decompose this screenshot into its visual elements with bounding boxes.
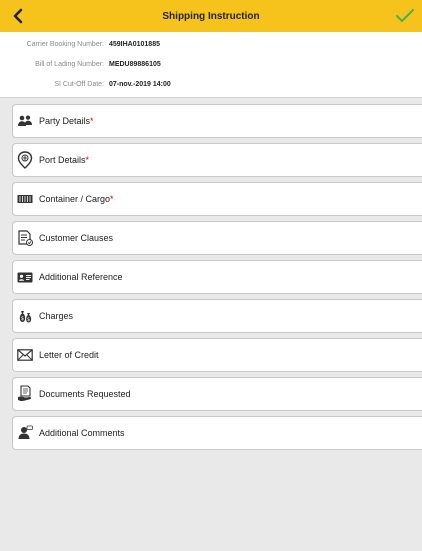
carrier-booking-value: 459IHA0101885	[109, 41, 160, 48]
si-cutoff-row: SI Cut-Off Date: 07-nov.-2019 14:00	[0, 78, 422, 92]
menu-item-label: Party Details	[39, 116, 91, 126]
menu-item-additional-comments[interactable]: Additional Comments	[12, 416, 422, 450]
bill-of-lading-row: Bill of Lading Number: MEDU89886105	[0, 58, 422, 72]
menu-item-label: Additional Reference	[39, 272, 123, 282]
location-pin-icon	[17, 151, 33, 169]
carrier-booking-label: Carrier Booking Number:	[26, 41, 104, 48]
page-title: Shipping Instruction	[162, 10, 260, 22]
menu-item-container-cargo[interactable]: Container / Cargo *	[12, 182, 422, 216]
svg-text:$: $	[27, 317, 30, 323]
bill-of-lading-label: Bill of Lading Number:	[35, 61, 104, 68]
menu-item-letter-of-credit[interactable]: Letter of Credit	[12, 338, 422, 372]
person-comment-icon	[17, 425, 33, 441]
back-button[interactable]	[8, 5, 28, 27]
chevron-left-icon	[13, 8, 23, 24]
menu-item-label: Customer Clauses	[39, 233, 114, 243]
top-app-bar: Shipping Instruction	[0, 0, 422, 32]
menu-item-additional-reference[interactable]: Additional Reference	[12, 260, 422, 294]
menu-item-port-details[interactable]: Port Details *	[12, 143, 422, 177]
menu-item-label: Letter of Credit	[39, 350, 99, 360]
confirm-button[interactable]	[394, 5, 416, 27]
svg-text:$: $	[21, 316, 24, 322]
document-edit-icon	[17, 230, 33, 246]
menu-item-label: Documents Requested	[39, 389, 131, 399]
si-cutoff-label: SI Cut-Off Date:	[54, 81, 104, 88]
menu-item-label: Container / Cargo	[39, 194, 111, 204]
required-marker: *	[110, 194, 114, 204]
document-hand-icon	[17, 385, 33, 402]
menu-item-customer-clauses[interactable]: Customer Clauses	[12, 221, 422, 255]
menu-item-label: Charges	[39, 311, 74, 321]
si-cutoff-value: 07-nov.-2019 14:00	[109, 81, 171, 88]
menu-item-documents-requested[interactable]: Documents Requested	[12, 377, 422, 411]
carrier-booking-row: Carrier Booking Number: 459IHA0101885	[0, 38, 422, 52]
envelope-icon	[17, 347, 33, 363]
id-card-icon	[17, 269, 33, 285]
menu-item-charges[interactable]: $ $ Charges	[12, 299, 422, 333]
container-icon	[17, 191, 33, 207]
menu-item-label: Additional Comments	[39, 428, 125, 438]
required-marker: *	[85, 155, 90, 165]
people-icon	[17, 113, 33, 129]
required-marker: *	[90, 116, 94, 126]
checkmark-icon	[396, 9, 414, 22]
menu-item-label: Port Details	[39, 155, 86, 165]
bill-of-lading-value: MEDU89886105	[109, 61, 161, 68]
menu-item-party-details[interactable]: Party Details *	[12, 104, 422, 138]
booking-info-panel: Carrier Booking Number: 459IHA0101885 Bi…	[0, 32, 422, 98]
money-bags-icon: $ $	[17, 308, 33, 324]
